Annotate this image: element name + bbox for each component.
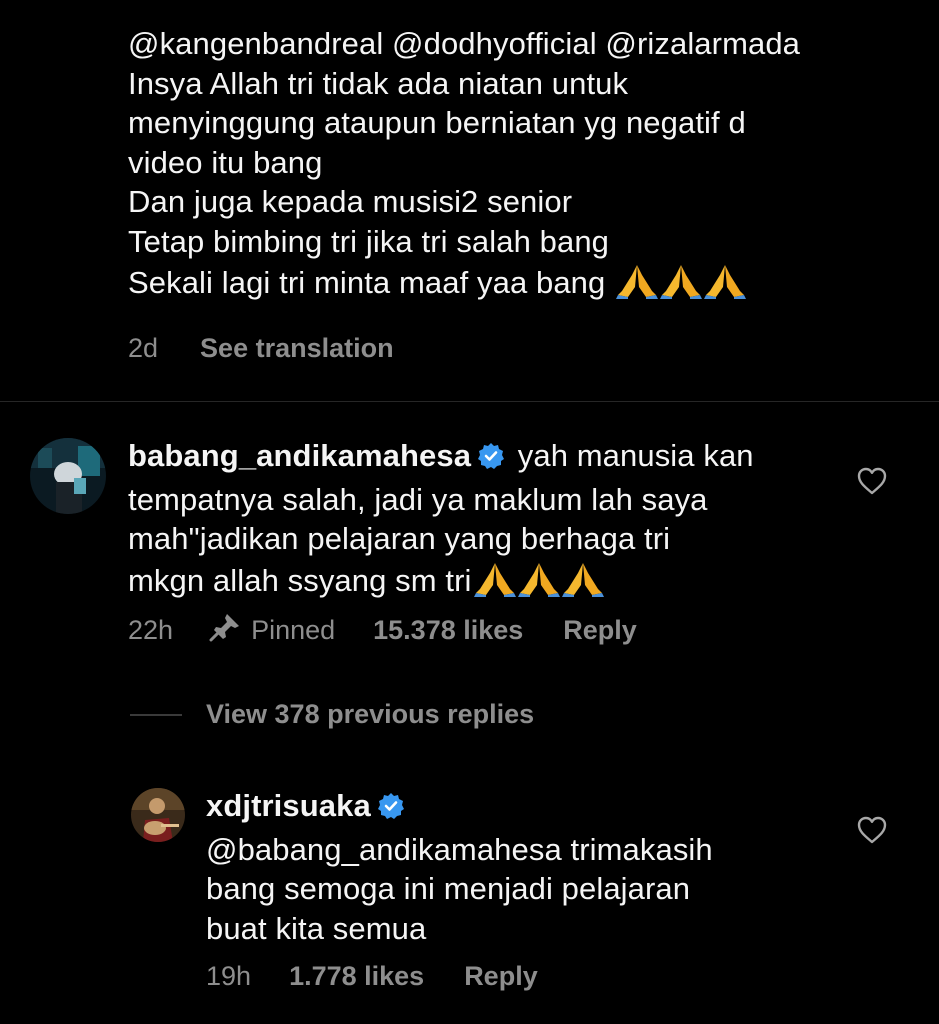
comment-header: xdjtrisuaka — [206, 786, 826, 830]
heart-outline-icon[interactable] — [857, 467, 887, 495]
pinned-comment-meta: 22h Pinned 15.378 likes Reply — [128, 612, 677, 649]
previous-comment-meta: 2d See translation — [128, 333, 394, 364]
comment-timestamp: 19h — [206, 961, 252, 991]
reply-comment-text: xdjtrisuaka @babang_andikamahesa trimaka… — [206, 786, 826, 948]
comment-line: buat kita semua — [206, 910, 427, 946]
comment-line: tempatnya salah, jadi ya maklum lah saya — [128, 481, 708, 517]
comment-first-line: babang_andikamahesa yah manusia kan — [128, 436, 828, 480]
verified-badge-icon — [377, 790, 405, 830]
comment-line: mah"jadikan pelajaran yang berhaga tri — [128, 521, 671, 556]
comment-line-with-emoji: Sekali lagi tri minta maaf yaa bang — [128, 261, 918, 309]
pinned-label: Pinned — [251, 615, 336, 645]
comment-line: @babang_andikamahesa trimakasih — [206, 831, 713, 867]
see-translation-link[interactable]: See translation — [200, 333, 394, 364]
verified-badge-icon — [477, 440, 505, 480]
comment-line: Insya Allah tri tidak ada niatan untuk — [128, 65, 629, 101]
pushpin-icon — [209, 612, 251, 649]
folded-hands-emoji — [517, 559, 560, 607]
reply-button[interactable]: Reply — [563, 615, 637, 646]
folded-hands-emoji — [616, 261, 659, 309]
avatar[interactable] — [131, 788, 185, 842]
comment-line-with-emoji: mkgn allah ssyang sm tri — [128, 559, 828, 607]
comment-line: Tetap bimbing tri jika tri salah bang — [128, 223, 610, 259]
likes-count[interactable]: 15.378 likes — [373, 615, 523, 646]
folded-hands-emoji — [473, 559, 516, 607]
comment-line: Sekali lagi tri minta maaf yaa bang — [128, 265, 606, 300]
comments-screen: @kangenbandreal @dodhyofficial @rizalarm… — [0, 0, 939, 1024]
comment-line: bang semoga ini menjadi pelajaran — [206, 871, 691, 906]
comment-line: @kangenbandreal @dodhyofficial @rizalarm… — [128, 26, 801, 61]
comment-line: Dan juga kepada musisi2 senior — [128, 184, 573, 219]
comment-username[interactable]: babang_andikamahesa — [128, 438, 471, 473]
comment-line: yah manusia kan — [517, 438, 754, 473]
replies-line-divider — [130, 713, 182, 716]
previous-comment-text: @kangenbandreal @dodhyofficial @rizalarm… — [128, 24, 918, 309]
heart-outline-icon[interactable] — [857, 816, 887, 844]
folded-hands-emoji — [561, 559, 604, 607]
likes-count[interactable]: 1.778 likes — [289, 961, 424, 992]
divider — [0, 401, 939, 402]
view-replies-label[interactable]: View 378 previous replies — [206, 699, 534, 730]
pinned-indicator: Pinned — [209, 612, 335, 649]
folded-hands-emoji — [704, 261, 747, 309]
folded-hands-emoji — [660, 261, 703, 309]
avatar[interactable] — [30, 438, 106, 514]
comment-username[interactable]: xdjtrisuaka — [206, 788, 371, 823]
comment-line: mkgn allah ssyang sm tri — [128, 562, 472, 598]
comment-line: video itu bang — [128, 144, 323, 180]
comment-line: menyinggung ataupun berniatan yg negatif… — [128, 105, 746, 140]
comment-timestamp: 22h — [128, 615, 174, 645]
comment-timestamp: 2d — [128, 333, 159, 363]
pinned-comment-text: babang_andikamahesa yah manusia kan temp… — [128, 436, 828, 606]
view-previous-replies[interactable]: View 378 previous replies — [130, 699, 534, 730]
reply-button[interactable]: Reply — [464, 961, 538, 992]
reply-comment-meta: 19h 1.778 likes Reply — [206, 961, 578, 992]
